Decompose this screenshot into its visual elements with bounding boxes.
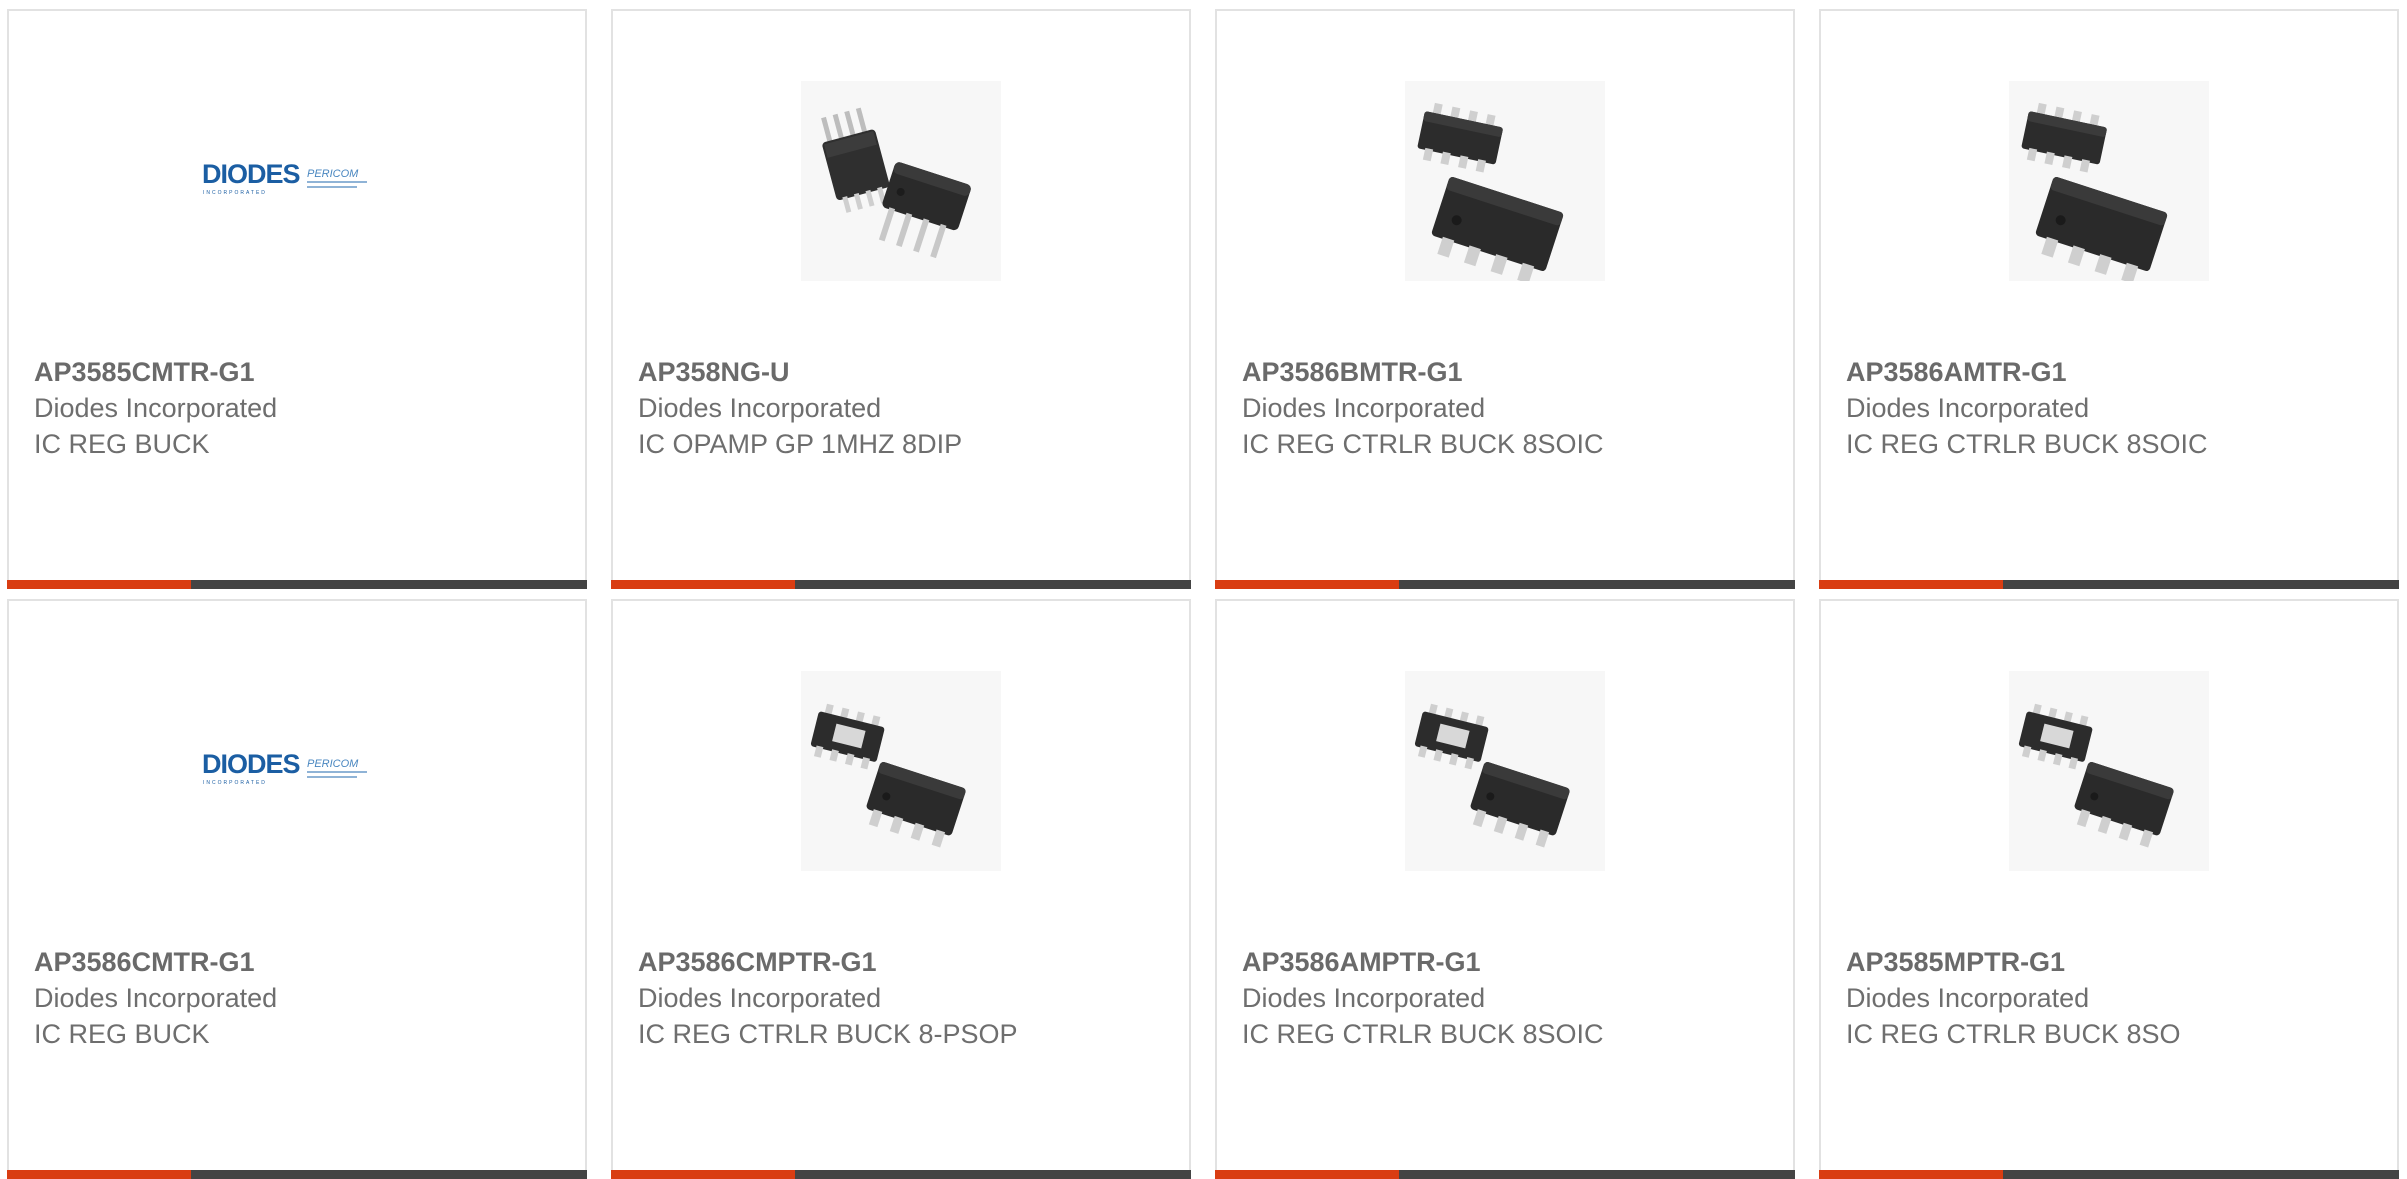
card-footer-bar: [1819, 1170, 2399, 1179]
manufacturer: Diodes Incorporated: [638, 393, 882, 423]
soic-chip-icon: [2009, 81, 2209, 281]
logo-tagline: INCORPORATED: [203, 780, 267, 786]
description: IC REG BUCK: [34, 429, 210, 459]
manufacturer: Diodes Incorporated: [1242, 393, 1486, 423]
psop-chip-icon: [801, 671, 1001, 871]
card-footer-bar: [611, 580, 1191, 589]
part-number[interactable]: AP3586CMTR-G1: [34, 944, 565, 980]
diodes-logo-icon: DIODES INCORPORATED PERICOM: [202, 159, 367, 196]
dip-chip-icon: [801, 81, 1001, 281]
card-footer-bar: [7, 1170, 587, 1179]
product-card[interactable]: AP3586AMPTR-G1 Diodes Incorporated IC RE…: [1215, 599, 1795, 1179]
logo-partner: PERICOM: [307, 758, 359, 770]
product-card[interactable]: DIODES INCORPORATED PERICOM AP3586CMTR-G…: [7, 599, 587, 1179]
product-card[interactable]: AP358NG-U Diodes Incorporated IC OPAMP G…: [611, 9, 1191, 589]
product-image[interactable]: [801, 81, 1001, 281]
card-accent-bar: [611, 580, 795, 589]
description: IC REG CTRLR BUCK 8SO: [1846, 1019, 2181, 1049]
manufacturer: Diodes Incorporated: [1846, 983, 2090, 1013]
description: IC REG BUCK: [34, 1019, 210, 1049]
psop-chip-icon: [1405, 671, 1605, 871]
product-info: AP358NG-U Diodes Incorporated IC OPAMP G…: [638, 354, 1169, 462]
card-accent-bar: [1819, 580, 2003, 589]
psop-chip-icon: [2009, 671, 2209, 871]
product-grid: DIODES INCORPORATED PERICOM AP3585CMTR-G…: [7, 9, 2399, 1179]
card-accent-bar: [1215, 1170, 1399, 1179]
manufacturer: Diodes Incorporated: [1846, 393, 2090, 423]
product-card[interactable]: AP3586CMPTR-G1 Diodes Incorporated IC RE…: [611, 599, 1191, 1179]
card-accent-bar: [7, 1170, 191, 1179]
product-info: AP3585CMTR-G1 Diodes Incorporated IC REG…: [34, 354, 565, 462]
logo-brand: DIODES: [202, 749, 300, 779]
product-image[interactable]: [1405, 81, 1605, 281]
part-number[interactable]: AP358NG-U: [638, 354, 1169, 390]
manufacturer: Diodes Incorporated: [1242, 983, 1486, 1013]
card-accent-bar: [1215, 580, 1399, 589]
part-number[interactable]: AP3585MPTR-G1: [1846, 944, 2377, 980]
product-image[interactable]: DIODES INCORPORATED PERICOM: [197, 671, 397, 871]
soic-chip-icon: [1405, 81, 1605, 281]
description: IC REG CTRLR BUCK 8SOIC: [1242, 1019, 1604, 1049]
part-number[interactable]: AP3586AMTR-G1: [1846, 354, 2377, 390]
manufacturer: Diodes Incorporated: [34, 983, 278, 1013]
logo-brand: DIODES: [202, 159, 300, 189]
product-image[interactable]: [2009, 671, 2209, 871]
part-number[interactable]: AP3585CMTR-G1: [34, 354, 565, 390]
product-info: AP3586AMTR-G1 Diodes Incorporated IC REG…: [1846, 354, 2377, 462]
product-info: AP3586AMPTR-G1 Diodes Incorporated IC RE…: [1242, 944, 1773, 1052]
card-footer-bar: [7, 580, 587, 589]
description: IC OPAMP GP 1MHZ 8DIP: [638, 429, 963, 459]
manufacturer: Diodes Incorporated: [34, 393, 278, 423]
product-card[interactable]: DIODES INCORPORATED PERICOM AP3585CMTR-G…: [7, 9, 587, 589]
card-footer-bar: [1819, 580, 2399, 589]
manufacturer: Diodes Incorporated: [638, 983, 882, 1013]
description: IC REG CTRLR BUCK 8-PSOP: [638, 1019, 1018, 1049]
product-card[interactable]: AP3586AMTR-G1 Diodes Incorporated IC REG…: [1819, 9, 2399, 589]
part-number[interactable]: AP3586BMTR-G1: [1242, 354, 1773, 390]
card-footer-bar: [1215, 1170, 1795, 1179]
logo-partner: PERICOM: [307, 168, 359, 180]
card-footer-bar: [611, 1170, 1191, 1179]
product-image[interactable]: DIODES INCORPORATED PERICOM: [197, 81, 397, 281]
product-info: AP3586CMPTR-G1 Diodes Incorporated IC RE…: [638, 944, 1169, 1052]
product-info: AP3585MPTR-G1 Diodes Incorporated IC REG…: [1846, 944, 2377, 1052]
logo-tagline: INCORPORATED: [203, 190, 267, 196]
card-accent-bar: [7, 580, 191, 589]
product-image[interactable]: [801, 671, 1001, 871]
product-info: AP3586CMTR-G1 Diodes Incorporated IC REG…: [34, 944, 565, 1052]
product-image[interactable]: [1405, 671, 1605, 871]
description: IC REG CTRLR BUCK 8SOIC: [1846, 429, 2208, 459]
card-accent-bar: [611, 1170, 795, 1179]
part-number[interactable]: AP3586AMPTR-G1: [1242, 944, 1773, 980]
product-card[interactable]: AP3585MPTR-G1 Diodes Incorporated IC REG…: [1819, 599, 2399, 1179]
card-footer-bar: [1215, 580, 1795, 589]
product-image[interactable]: [2009, 81, 2209, 281]
part-number[interactable]: AP3586CMPTR-G1: [638, 944, 1169, 980]
product-card[interactable]: AP3586BMTR-G1 Diodes Incorporated IC REG…: [1215, 9, 1795, 589]
product-info: AP3586BMTR-G1 Diodes Incorporated IC REG…: [1242, 354, 1773, 462]
description: IC REG CTRLR BUCK 8SOIC: [1242, 429, 1604, 459]
diodes-logo-icon: DIODES INCORPORATED PERICOM: [202, 749, 367, 786]
card-accent-bar: [1819, 1170, 2003, 1179]
